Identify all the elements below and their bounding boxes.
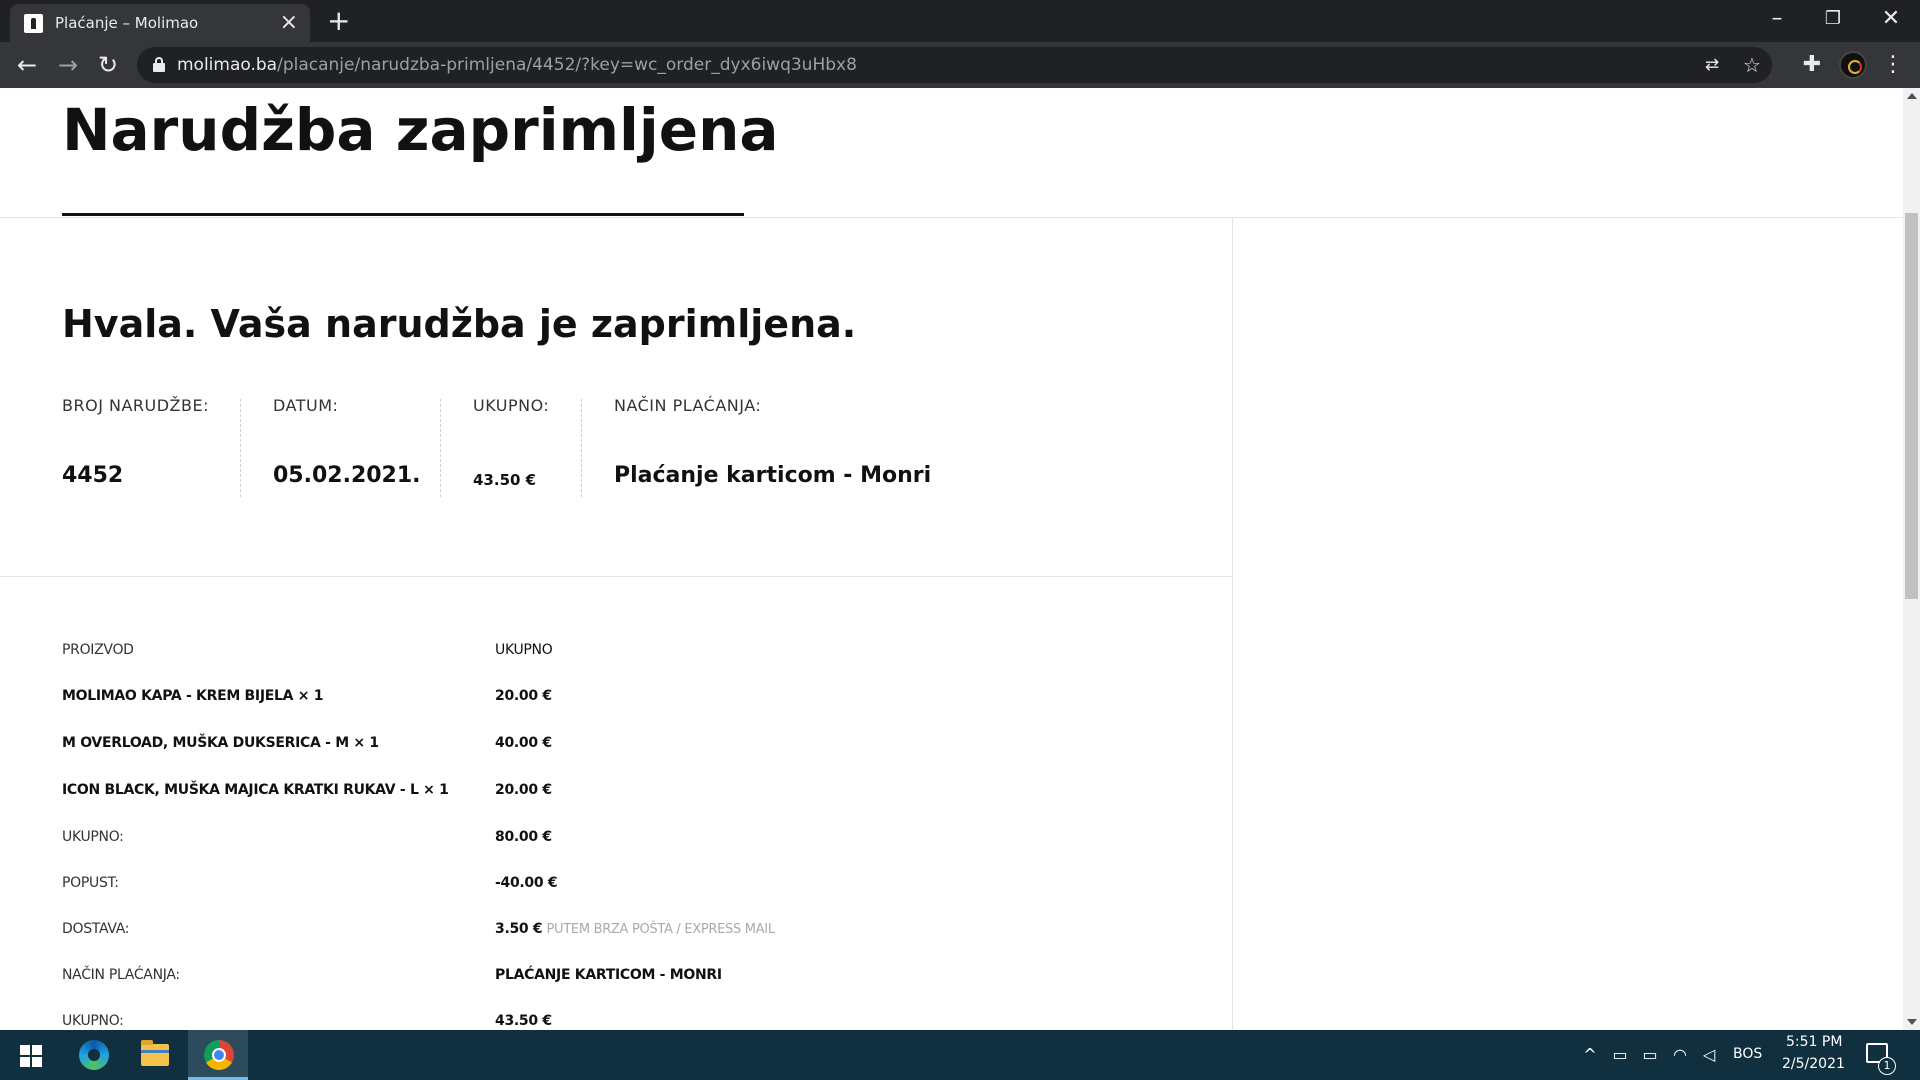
title-underline xyxy=(62,213,744,216)
battery-icon[interactable]: ▭ xyxy=(1638,1043,1662,1067)
content-border xyxy=(1232,218,1233,596)
discount-value: -40.00 € xyxy=(495,875,558,891)
minimize-icon[interactable]: – xyxy=(1762,4,1792,34)
total-row-value: 43.50 € xyxy=(495,1013,552,1029)
shipping-method-note: PUTEM BRZA POŠTA / EXPRESS MAIL xyxy=(546,922,776,937)
payment-label: NAČIN PLAĆANJA: xyxy=(62,967,180,983)
order-number: 4452 xyxy=(62,463,124,488)
menu-icon[interactable]: ⋮ xyxy=(1878,50,1908,80)
taskbar-chrome[interactable] xyxy=(188,1030,248,1080)
table-row: POPUST: -40.00 € xyxy=(0,875,1232,905)
bookmark-star-icon[interactable]: ☆ xyxy=(1737,50,1767,80)
total-label: UKUPNO: xyxy=(473,396,550,415)
volume-icon[interactable]: ◁ xyxy=(1697,1043,1721,1067)
chrome-browser-icon xyxy=(204,1040,234,1070)
reload-icon[interactable]: ↻ xyxy=(93,50,123,80)
address-bar[interactable]: molimao.ba/placanje/narudzba-primljena/4… xyxy=(137,47,1772,83)
overview-divider xyxy=(240,399,241,497)
subtotal-label: UKUPNO: xyxy=(62,829,124,845)
shipping-cell: 3.50 € PUTEM BRZA POŠTA / EXPRESS MAIL xyxy=(495,921,775,937)
table-row: NAČIN PLAĆANJA: PLAĆANJE KARTICOM - MONR… xyxy=(0,967,1232,997)
shipping-label: DOSTAVA: xyxy=(62,921,130,937)
scrollbar-thumb[interactable] xyxy=(1905,213,1918,599)
table-row: M OVERLOAD, MUŠKA DUKSERICA - M × 1 40.0… xyxy=(0,735,1232,765)
taskbar-file-explorer[interactable] xyxy=(125,1030,185,1080)
windows-logo-icon xyxy=(20,1045,42,1067)
clock-time[interactable]: 5:51 PM xyxy=(1786,1034,1842,1050)
close-window-icon[interactable]: ✕ xyxy=(1876,4,1906,34)
translate-icon[interactable]: ⇄ xyxy=(1697,50,1727,80)
order-total: 43.50 € xyxy=(473,471,537,489)
content-border xyxy=(1232,577,1233,1030)
payment-method: Plaćanje karticom - Monri xyxy=(614,463,932,488)
browser-tab[interactable]: Plaćanje – Molimao × xyxy=(10,4,310,42)
edge-browser-icon xyxy=(79,1040,109,1070)
meet-now-icon[interactable]: ▭ xyxy=(1608,1043,1632,1067)
thank-you-message: Hvala. Vaša narudžba je zaprimljena. xyxy=(62,302,857,346)
browser-tab-strip: Plaćanje – Molimao × + – ❐ ✕ xyxy=(0,0,1920,42)
clock-date[interactable]: 2/5/2021 xyxy=(1782,1056,1845,1072)
restore-icon[interactable]: ❐ xyxy=(1818,4,1848,34)
wifi-icon[interactable]: ◠ xyxy=(1668,1043,1692,1067)
divider xyxy=(0,217,1903,218)
table-row: ICON BLACK, MUŠKA MAJICA KRATKI RUKAV - … xyxy=(0,782,1232,812)
input-language[interactable]: BOS xyxy=(1733,1046,1762,1062)
table-row: MOLIMAO KAPA - KREM BIJELA × 1 20.00 € xyxy=(0,688,1232,718)
page-title: Narudžba zaprimljena xyxy=(62,96,779,164)
forward-icon[interactable]: → xyxy=(53,50,83,80)
column-header-total: UKUPNO xyxy=(495,642,553,658)
back-icon[interactable]: ← xyxy=(12,50,42,80)
product-name[interactable]: MOLIMAO KAPA - KREM BIJELA × 1 xyxy=(62,688,323,704)
scroll-down-arrow-icon[interactable] xyxy=(1907,1019,1917,1025)
column-header-product: PROIZVOD xyxy=(62,642,134,658)
new-tab-icon[interactable]: + xyxy=(327,6,350,36)
taskbar-edge[interactable] xyxy=(63,1030,123,1080)
overview-divider xyxy=(581,399,582,497)
table-row: UKUPNO: 80.00 € xyxy=(0,829,1232,859)
close-tab-icon[interactable]: × xyxy=(280,11,298,35)
payment-value: PLAĆANJE KARTICOM - MONRI xyxy=(495,967,722,983)
profile-avatar-icon[interactable] xyxy=(1839,51,1867,79)
table-row: UKUPNO: 43.50 € xyxy=(0,1013,1232,1030)
start-button[interactable] xyxy=(0,1030,60,1080)
extensions-icon[interactable]: ✚ xyxy=(1797,50,1827,80)
shipping-value: 3.50 € xyxy=(495,921,543,937)
product-total: 20.00 € xyxy=(495,782,552,798)
url-text[interactable]: molimao.ba/placanje/narudzba-primljena/4… xyxy=(177,55,857,75)
table-header: PROIZVOD UKUPNO xyxy=(0,642,1232,672)
url-domain: molimao.ba xyxy=(177,55,278,75)
discount-label: POPUST: xyxy=(62,875,119,891)
payment-method-label: NAČIN PLAĆANJA: xyxy=(614,396,762,415)
product-name[interactable]: M OVERLOAD, MUŠKA DUKSERICA - M × 1 xyxy=(62,735,379,751)
date-label: DATUM: xyxy=(273,396,339,415)
product-total: 20.00 € xyxy=(495,688,552,704)
scroll-up-arrow-icon[interactable] xyxy=(1907,93,1917,99)
lock-icon[interactable] xyxy=(153,57,165,72)
show-hidden-icons-icon[interactable]: ^ xyxy=(1578,1043,1602,1067)
order-number-label: BROJ NARUDŽBE: xyxy=(62,396,209,415)
order-date: 05.02.2021. xyxy=(273,463,421,488)
total-row-label: UKUPNO: xyxy=(62,1013,124,1029)
subtotal-value: 80.00 € xyxy=(495,829,552,845)
windows-taskbar: ^ ▭ ▭ ◠ ◁ BOS 5:51 PM 2/5/2021 1 xyxy=(0,1030,1920,1080)
page-scrollbar[interactable] xyxy=(1903,88,1920,1030)
page-content: Narudžba zaprimljena Hvala. Vaša narudžb… xyxy=(0,88,1920,1030)
browser-toolbar: ← → ↻ molimao.ba/placanje/narudzba-priml… xyxy=(0,42,1920,88)
product-name[interactable]: ICON BLACK, MUŠKA MAJICA KRATKI RUKAV - … xyxy=(62,782,449,798)
product-total: 40.00 € xyxy=(495,735,552,751)
divider xyxy=(0,576,1232,577)
notification-count-badge: 1 xyxy=(1878,1057,1896,1075)
file-explorer-icon xyxy=(141,1040,169,1066)
table-row: DOSTAVA: 3.50 € PUTEM BRZA POŠTA / EXPRE… xyxy=(0,921,1232,951)
tab-title: Plaćanje – Molimao xyxy=(55,14,199,32)
url-path: /placanje/narudzba-primljena/4452/?key=w… xyxy=(277,55,857,75)
molimao-favicon-icon xyxy=(24,14,43,33)
overview-divider xyxy=(440,399,441,497)
